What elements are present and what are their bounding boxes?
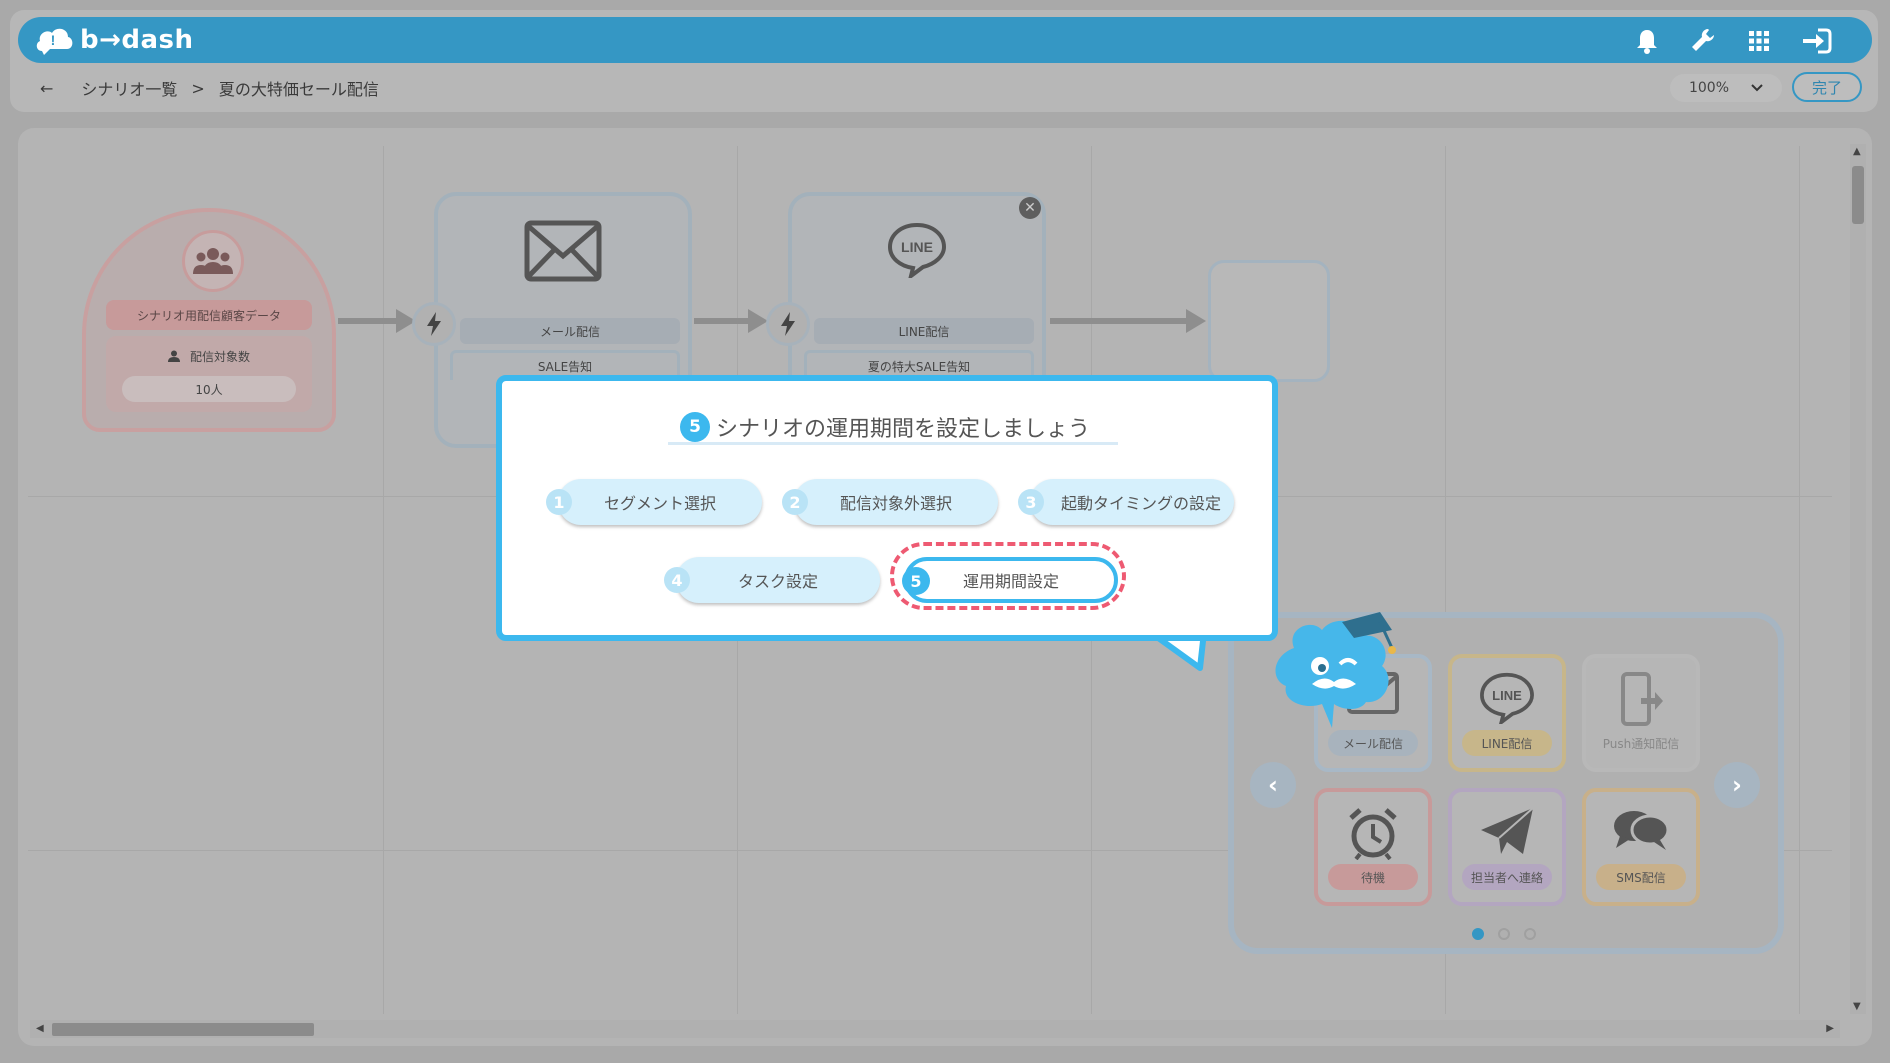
breadcrumb-current: 夏の大特価セール配信 bbox=[218, 80, 379, 99]
palette-tile-label: 待機 bbox=[1328, 864, 1418, 890]
grid-icon[interactable] bbox=[1744, 26, 1774, 56]
envelope-icon bbox=[438, 220, 688, 282]
zoom-value: 100% bbox=[1688, 80, 1730, 96]
guide-popup: 5 シナリオの運用期間を設定しましょう 1 セグメント選択 2 配信対象外選択 … bbox=[496, 375, 1278, 641]
back-arrow-icon[interactable]: ← bbox=[40, 79, 53, 98]
step-number: 3 bbox=[1018, 489, 1044, 515]
svg-text:!: ! bbox=[51, 32, 56, 48]
app-logo[interactable]: ! b→dash bbox=[34, 22, 194, 58]
wrench-icon[interactable] bbox=[1688, 26, 1718, 56]
palette-tile-wait[interactable]: 待機 bbox=[1314, 788, 1432, 906]
line-icon-text: LINE bbox=[901, 239, 933, 255]
line-tile-icon-text: LINE bbox=[1492, 688, 1522, 703]
logo-cloud-icon: ! bbox=[36, 28, 73, 55]
paper-plane-icon bbox=[1452, 806, 1562, 858]
top-navbar bbox=[18, 17, 1872, 63]
palette-tile-push[interactable]: Push通知配信 bbox=[1582, 654, 1700, 772]
scroll-left-icon[interactable]: ◀ bbox=[36, 1023, 44, 1034]
breadcrumb: ← シナリオ一覧 > 夏の大特価セール配信 bbox=[40, 76, 379, 100]
step-number: 1 bbox=[546, 489, 572, 515]
trigger-bolt-icon[interactable] bbox=[766, 302, 810, 346]
palette-tile-line[interactable]: LINE LINE配信 bbox=[1448, 654, 1566, 772]
step-label: セグメント選択 bbox=[603, 494, 716, 513]
highlight-ring bbox=[890, 542, 1126, 610]
login-icon[interactable] bbox=[1800, 26, 1832, 56]
segment-count-label: 配信対象数 bbox=[106, 348, 312, 365]
person-icon bbox=[167, 350, 180, 365]
logo-text: b→dash bbox=[80, 25, 194, 55]
phone-push-icon bbox=[1586, 672, 1696, 728]
empty-drop-node[interactable] bbox=[1208, 260, 1330, 382]
popup-title-text: シナリオの運用期間を設定しましょう bbox=[716, 416, 1091, 442]
popup-title: 5 シナリオの運用期間を設定しましょう bbox=[668, 411, 1118, 445]
scrollbar-thumb[interactable] bbox=[1852, 166, 1864, 224]
connector-arrow-icon bbox=[748, 309, 768, 333]
step-label: タスク設定 bbox=[737, 572, 818, 591]
line-node-label: LINE配信 bbox=[814, 318, 1034, 344]
scroll-right-icon[interactable]: ▶ bbox=[1826, 1023, 1834, 1034]
connector-line bbox=[338, 318, 402, 324]
palette-next-icon[interactable]: › bbox=[1714, 762, 1760, 808]
alarm-clock-icon bbox=[1318, 806, 1428, 860]
grid-line bbox=[383, 146, 384, 1014]
step-label: 起動タイミングの設定 bbox=[1060, 494, 1221, 513]
pager-dot-active[interactable] bbox=[1472, 928, 1484, 940]
trigger-bolt-icon[interactable] bbox=[412, 302, 456, 346]
popup-title-number: 5 bbox=[680, 411, 710, 442]
connector-arrow-icon bbox=[1186, 309, 1206, 333]
pager-dot[interactable] bbox=[1524, 928, 1536, 940]
palette-tile-sms[interactable]: SMS配信 bbox=[1582, 788, 1700, 906]
palette-tile-label: Push通知配信 bbox=[1596, 730, 1686, 756]
step-segment-select[interactable]: 1 セグメント選択 bbox=[546, 479, 762, 525]
palette-prev-icon[interactable]: ‹ bbox=[1250, 762, 1296, 808]
mascot-character bbox=[1262, 608, 1412, 752]
step-exclusion-select[interactable]: 2 配信対象外選択 bbox=[782, 479, 998, 525]
breadcrumb-separator: > bbox=[191, 78, 205, 98]
step-task-settings[interactable]: 4 タスク設定 bbox=[664, 557, 880, 603]
palette-tile-label: SMS配信 bbox=[1596, 864, 1686, 890]
segment-count-box: 配信対象数 10人 bbox=[106, 336, 312, 412]
step-number: 2 bbox=[782, 489, 808, 515]
breadcrumb-parent[interactable]: シナリオ一覧 bbox=[81, 76, 177, 100]
pager-dot[interactable] bbox=[1498, 928, 1510, 940]
palette-tile-label: LINE配信 bbox=[1462, 730, 1552, 756]
line-logo-icon: LINE bbox=[792, 222, 1042, 278]
vertical-scrollbar[interactable]: ▲ ▼ bbox=[1850, 144, 1866, 1014]
done-button[interactable]: 完了 bbox=[1792, 72, 1862, 102]
group-users-icon bbox=[182, 230, 244, 292]
step-number: 4 bbox=[664, 567, 690, 593]
step-label: 配信対象外選択 bbox=[839, 494, 952, 513]
segment-count-value: 10人 bbox=[122, 376, 296, 402]
scroll-up-icon[interactable]: ▲ bbox=[1853, 146, 1861, 157]
chat-bubbles-icon bbox=[1586, 806, 1696, 854]
palette-tile-label: 担当者へ連絡 bbox=[1462, 864, 1552, 890]
zoom-select[interactable]: 100% bbox=[1670, 74, 1782, 102]
scrollbar-thumb[interactable] bbox=[52, 1023, 314, 1036]
palette-tile-contact[interactable]: 担当者へ連絡 bbox=[1448, 788, 1566, 906]
connector-line bbox=[1050, 318, 1186, 324]
chevron-down-icon bbox=[1751, 80, 1763, 96]
scroll-down-icon[interactable]: ▼ bbox=[1853, 1001, 1861, 1012]
step-trigger-timing[interactable]: 3 起動タイミングの設定 bbox=[1018, 479, 1234, 525]
line-icon: LINE bbox=[1452, 672, 1562, 724]
segment-title: シナリオ用配信顧客データ bbox=[106, 300, 312, 330]
horizontal-scrollbar[interactable]: ◀ ▶ bbox=[30, 1020, 1840, 1038]
close-icon[interactable]: ✕ bbox=[1019, 197, 1041, 219]
count-label-text: 配信対象数 bbox=[189, 350, 250, 364]
bell-icon[interactable] bbox=[1632, 26, 1662, 56]
grid-line bbox=[1799, 146, 1800, 1014]
mail-node-label: メール配信 bbox=[460, 318, 680, 344]
connector-line bbox=[694, 318, 754, 324]
